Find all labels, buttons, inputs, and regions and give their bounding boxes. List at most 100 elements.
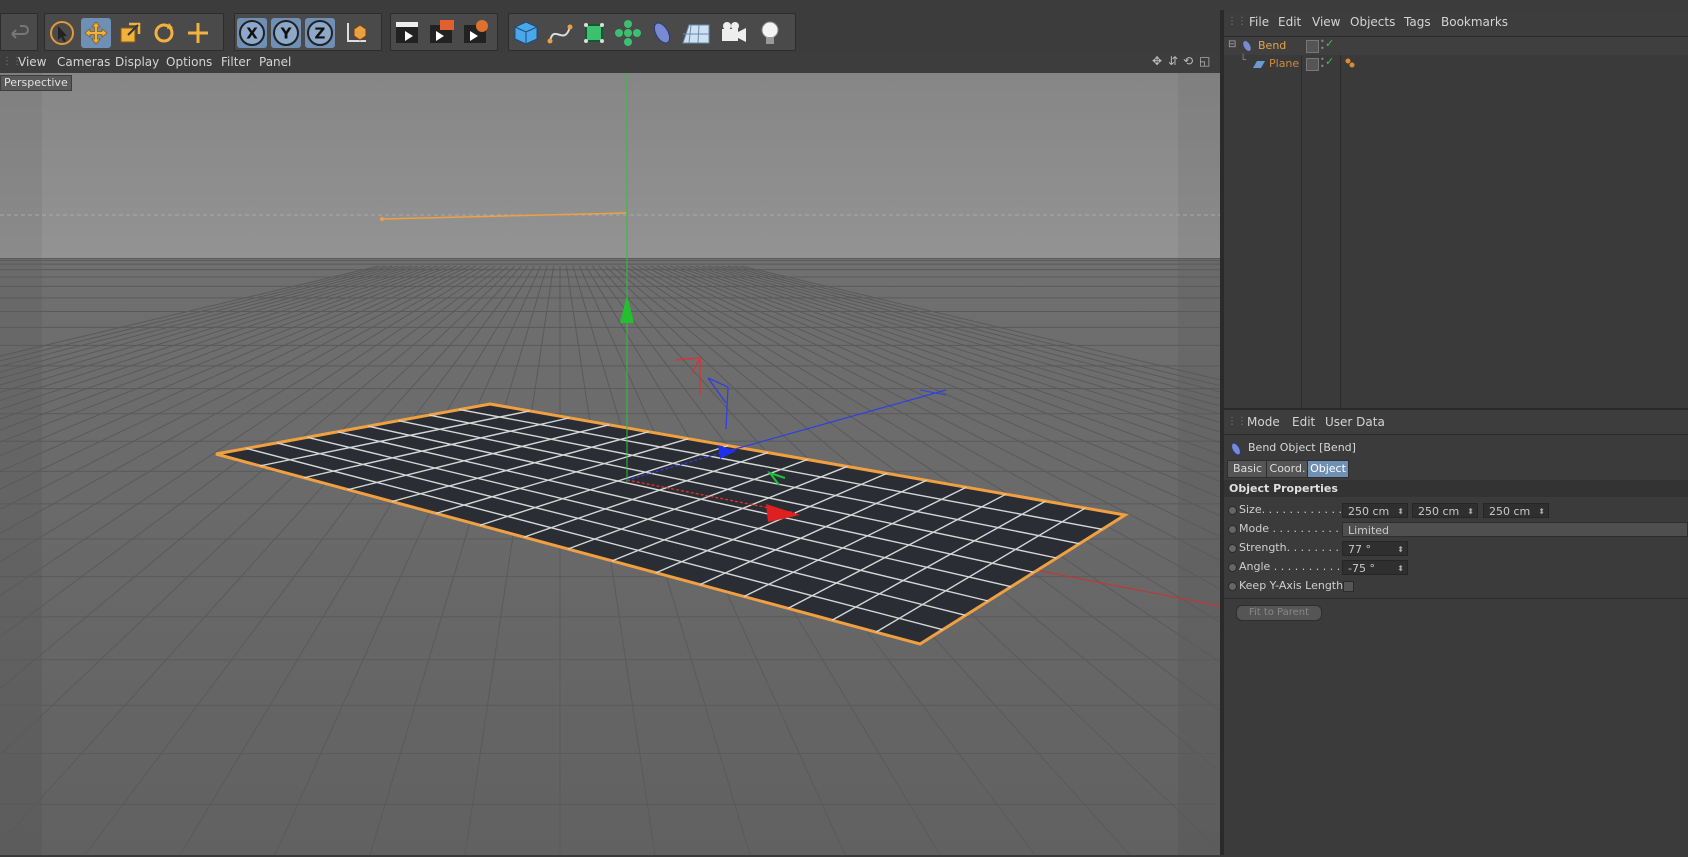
layer-icon[interactable] — [1306, 40, 1319, 53]
light-icon[interactable] — [755, 18, 785, 48]
move-view-icon[interactable]: ✥ — [1152, 54, 1162, 68]
animation-dot-icon[interactable] — [1228, 582, 1237, 591]
undo-icon[interactable] — [4, 18, 34, 48]
keep-y-axis-label: Keep Y-Axis Length — [1239, 579, 1344, 592]
mode-dropdown[interactable]: Limited — [1342, 522, 1688, 537]
live-selection-icon[interactable] — [47, 18, 77, 48]
move-icon[interactable] — [81, 18, 111, 48]
cloner-icon[interactable] — [613, 18, 643, 48]
enabled-check-icon[interactable]: ✓ — [1325, 55, 1334, 68]
phong-tag-icon[interactable] — [1344, 57, 1356, 72]
om-menu-file[interactable]: File — [1249, 15, 1269, 29]
stepper-arrows-icon[interactable]: ⬍ — [1397, 504, 1404, 519]
angle-input[interactable]: -75 ° ⬍ — [1342, 560, 1408, 575]
toolbar-group-transform — [44, 13, 224, 51]
rotate-view-icon[interactable]: ⟲ — [1183, 54, 1193, 68]
viewport-menu-filter[interactable]: Filter — [221, 55, 251, 69]
tree-expand-icon[interactable]: ⊟ — [1228, 39, 1236, 50]
toggle-view-icon[interactable]: ◱ — [1199, 54, 1210, 68]
om-column-divider — [1340, 36, 1341, 408]
floor-icon[interactable] — [681, 18, 711, 48]
enabled-check-icon[interactable]: ✓ — [1325, 37, 1334, 50]
viewport-scene[interactable] — [0, 73, 1220, 855]
attribute-manager: ⋮⋮ Mode Edit User Data Bend Object [Bend… — [1224, 408, 1688, 857]
dolly-view-icon[interactable]: ⇵ — [1168, 54, 1178, 68]
visibility-dots-icon[interactable]: • • — [1320, 56, 1325, 71]
svg-text:X: X — [246, 25, 258, 43]
toolbar-group-create — [508, 13, 796, 51]
object-manager-menu: ⋮⋮ File Edit View Objects Tags Bookmarks — [1224, 10, 1688, 37]
stepper-arrows-icon[interactable]: ⬍ — [1467, 504, 1474, 519]
coordinate-system-icon[interactable] — [341, 18, 371, 48]
x-axis-lock-icon[interactable]: X — [237, 18, 267, 48]
angle-label: Angle . . . . . . . . . . . — [1239, 560, 1348, 573]
am-menu-edit[interactable]: Edit — [1292, 415, 1315, 429]
object-row-plane[interactable]: └ Plane • • ✓ — [1224, 55, 1688, 73]
fit-to-parent-button[interactable]: Fit to Parent — [1236, 605, 1322, 621]
object-name-plane[interactable]: Plane — [1269, 57, 1299, 70]
om-menu-objects[interactable]: Objects — [1350, 15, 1395, 29]
size-x-input[interactable]: 250 cm ⬍ — [1342, 503, 1408, 518]
svg-text:Y: Y — [280, 25, 293, 43]
animation-dot-icon[interactable] — [1228, 506, 1237, 515]
render-view-icon[interactable] — [393, 18, 423, 48]
tab-object[interactable]: Object — [1307, 460, 1349, 478]
am-menu-user-data[interactable]: User Data — [1325, 415, 1385, 429]
z-axis-lock-icon[interactable]: Z — [305, 18, 335, 48]
camera-icon[interactable] — [719, 18, 749, 48]
layer-icon[interactable] — [1306, 58, 1319, 71]
viewport-menu-options[interactable]: Options — [166, 55, 212, 69]
viewport-menu-panel[interactable]: Panel — [259, 55, 291, 69]
am-menu-mode[interactable]: Mode — [1247, 415, 1280, 429]
om-column-divider — [1301, 36, 1302, 408]
svg-text:Z: Z — [315, 25, 326, 43]
stepper-arrows-icon[interactable]: ⬍ — [1397, 561, 1404, 576]
panel-grip-icon[interactable]: ⋮⋮ — [1227, 16, 1247, 27]
safe-frame-right — [1178, 73, 1220, 855]
rotate-icon[interactable] — [149, 18, 179, 48]
scale-icon[interactable] — [115, 18, 145, 48]
om-menu-view[interactable]: View — [1312, 15, 1340, 29]
strength-label: Strength. . . . . . . . — [1239, 541, 1340, 554]
size-y-input[interactable]: 250 cm ⬍ — [1412, 503, 1478, 518]
viewport-menu-display[interactable]: Display — [115, 55, 159, 69]
plane-icon — [1252, 58, 1266, 73]
keep-y-axis-checkbox[interactable] — [1343, 581, 1354, 592]
om-menu-edit[interactable]: Edit — [1278, 15, 1301, 29]
toolbar-group-undo — [0, 13, 38, 51]
visibility-dots-icon[interactable]: • • — [1320, 38, 1325, 53]
pen-spline-icon[interactable] — [545, 18, 575, 48]
stepper-arrows-icon[interactable]: ⬍ — [1538, 504, 1545, 519]
animation-dot-icon[interactable] — [1228, 563, 1237, 572]
y-axis-lock-icon[interactable]: Y — [271, 18, 301, 48]
render-picture-viewer-icon[interactable] — [427, 18, 457, 48]
safe-frame-left — [0, 73, 42, 855]
section-title: Object Properties — [1229, 482, 1338, 495]
cube-icon[interactable] — [511, 18, 541, 48]
viewport-menu-view[interactable]: View — [18, 55, 46, 69]
panel-grip-icon[interactable]: ⋮⋮ — [1227, 416, 1247, 427]
divider — [1224, 598, 1688, 599]
camera-label: Perspective — [0, 75, 72, 91]
object-row-bend[interactable]: ⊟ Bend • • ✓ — [1224, 37, 1688, 55]
tab-coord[interactable]: Coord. — [1266, 460, 1309, 478]
render-settings-icon[interactable] — [461, 18, 491, 48]
bend-deformer-icon — [1229, 442, 1243, 459]
toolbar-group-axis: X Y Z — [234, 13, 382, 51]
viewport-menu-bar: ⋮⋮ View Cameras Display Options Filter P… — [0, 52, 1220, 74]
tab-basic[interactable]: Basic — [1227, 460, 1268, 478]
om-menu-bookmarks[interactable]: Bookmarks — [1441, 15, 1508, 29]
animation-dot-icon[interactable] — [1228, 544, 1237, 553]
object-name-bend[interactable]: Bend — [1258, 39, 1286, 52]
strength-input[interactable]: 77 ° ⬍ — [1342, 541, 1408, 556]
om-menu-tags[interactable]: Tags — [1404, 15, 1431, 29]
section-header: Object Properties — [1224, 480, 1688, 497]
bend-deformer-icon[interactable] — [647, 18, 677, 48]
size-z-input[interactable]: 250 cm ⬍ — [1483, 503, 1549, 518]
viewport-menu-cameras[interactable]: Cameras — [57, 55, 110, 69]
stepper-arrows-icon[interactable]: ⬍ — [1397, 542, 1404, 557]
subdivision-surface-icon[interactable] — [579, 18, 609, 48]
perspective-viewport[interactable]: Perspective — [0, 73, 1220, 855]
animation-dot-icon[interactable] — [1228, 525, 1237, 534]
recent-tool-icon[interactable] — [183, 18, 213, 48]
